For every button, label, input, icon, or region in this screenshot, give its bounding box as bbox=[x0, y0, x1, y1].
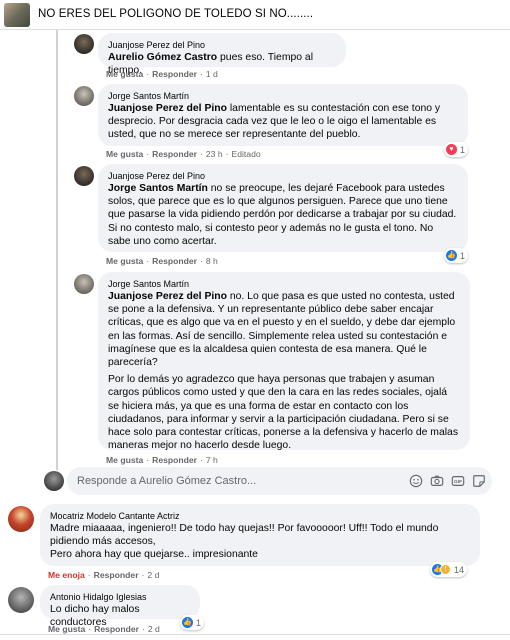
wow-icon: ! bbox=[440, 564, 451, 575]
reaction-badge[interactable]: ♥ 1 bbox=[444, 142, 469, 157]
comment-time[interactable]: 7 h bbox=[206, 455, 218, 465]
reply-button[interactable]: Responder bbox=[94, 624, 139, 634]
comment-time[interactable]: 2 d bbox=[148, 624, 160, 634]
reply-button[interactable]: Responder bbox=[152, 69, 197, 79]
comment-bubble: Jorge Santos Martín Juanjose Perez del P… bbox=[98, 272, 470, 452]
avatar[interactable] bbox=[74, 274, 94, 294]
reply-button[interactable]: Responder bbox=[94, 570, 139, 580]
mention-link[interactable]: Jorge Santos Martín bbox=[108, 183, 208, 194]
comment-bubble: Juanjose Perez del Pino Aurelio Gómez Ca… bbox=[98, 33, 346, 76]
post-thumbnail[interactable] bbox=[4, 3, 30, 27]
divider bbox=[0, 634, 510, 635]
reply-button[interactable]: Responder bbox=[152, 455, 197, 465]
comment-text: Madre miaaaaa, ingeniero!! De todo hay q… bbox=[50, 523, 439, 561]
comment-text: Juanjose Perez del Pino no. Lo que pasa … bbox=[108, 291, 459, 452]
avatar[interactable] bbox=[8, 587, 34, 613]
mention-link[interactable]: Juanjose Perez del Pino bbox=[108, 291, 227, 302]
comment-time[interactable]: 23 h bbox=[206, 149, 223, 159]
reply-box-tools: GIF bbox=[408, 473, 486, 488]
avatar[interactable] bbox=[8, 506, 34, 532]
avatar[interactable] bbox=[74, 86, 94, 106]
like-button[interactable]: Me gusta bbox=[48, 624, 85, 634]
love-icon: ♥ bbox=[446, 144, 457, 155]
like-icon: 👍 bbox=[446, 250, 457, 261]
comment-author[interactable]: Juanjose Perez del Pino bbox=[108, 170, 458, 182]
comment-time[interactable]: 8 h bbox=[206, 256, 218, 266]
mention-link[interactable]: Juanjose Perez del Pino bbox=[108, 103, 227, 114]
post-header: NO ERES DEL POLIGONO DE TOLEDO SI NO....… bbox=[0, 0, 510, 30]
comment-time[interactable]: 2 d bbox=[147, 570, 159, 580]
like-button[interactable]: Me gusta bbox=[106, 256, 143, 266]
current-user-avatar[interactable] bbox=[44, 471, 64, 491]
comment-actions: Me gusta · Responder · 1 d bbox=[106, 69, 218, 79]
sticker-icon[interactable] bbox=[471, 473, 486, 488]
comment-bubble: Mocatriz Modelo Cantante Actriz Madre mi… bbox=[40, 504, 480, 566]
comment-text: Jorge Santos Martín no se preocupe, les … bbox=[108, 183, 457, 247]
reply-input[interactable] bbox=[77, 473, 377, 489]
reaction-badge[interactable]: 👍! 14 bbox=[430, 562, 468, 577]
comment-author[interactable]: Jorge Santos Martín bbox=[108, 90, 458, 102]
like-button[interactable]: Me gusta bbox=[106, 149, 143, 159]
comment-bubble: Jorge Santos Martín Juanjose Perez del P… bbox=[98, 84, 468, 146]
svg-text:GIF: GIF bbox=[454, 479, 462, 485]
camera-icon[interactable] bbox=[429, 473, 444, 488]
comment-author[interactable]: Juanjose Perez del Pino bbox=[108, 39, 336, 51]
gif-icon[interactable]: GIF bbox=[450, 473, 465, 488]
avatar[interactable] bbox=[74, 166, 94, 186]
comment-time[interactable]: 1 d bbox=[206, 69, 218, 79]
thread-line bbox=[56, 30, 58, 470]
reaction-badge[interactable]: 👍 1 bbox=[180, 615, 205, 630]
like-button[interactable]: Me gusta bbox=[106, 455, 143, 465]
mention-link[interactable]: Aurelio Gómez Castro bbox=[108, 52, 217, 63]
like-button[interactable]: Me gusta bbox=[106, 69, 143, 79]
comment-text: Juanjose Perez del Pino lamentable es su… bbox=[108, 103, 441, 141]
comment-actions: Me gusta · Responder · 8 h bbox=[106, 256, 218, 266]
comment-actions: Me gusta · Responder · 23 h · Editado bbox=[106, 149, 261, 159]
comment-author[interactable]: Jorge Santos Martín bbox=[108, 278, 460, 290]
edited-label: Editado bbox=[231, 149, 261, 159]
reaction-badge[interactable]: 👍 1 bbox=[444, 248, 469, 263]
post-title: NO ERES DEL POLIGONO DE TOLEDO SI NO....… bbox=[38, 8, 314, 20]
reaction-button[interactable]: Me enoja bbox=[48, 570, 85, 580]
comment-bubble: Juanjose Perez del Pino Jorge Santos Mar… bbox=[98, 164, 468, 252]
comment-actions: Me enoja · Responder · 2 d bbox=[48, 570, 160, 580]
avatar[interactable] bbox=[74, 34, 94, 54]
reply-box: GIF bbox=[67, 467, 492, 495]
comment-actions: Me gusta · Responder · 7 h bbox=[106, 455, 218, 465]
emoji-icon[interactable] bbox=[408, 473, 423, 488]
comment-author[interactable]: Mocatriz Modelo Cantante Actriz bbox=[50, 510, 470, 522]
reply-button[interactable]: Responder bbox=[152, 256, 197, 266]
comment-bubble: Antonio Hidalgo Iglesias Lo dicho hay ma… bbox=[40, 585, 200, 628]
reply-button[interactable]: Responder bbox=[152, 149, 197, 159]
comment-author[interactable]: Antonio Hidalgo Iglesias bbox=[50, 591, 190, 603]
like-icon: 👍 bbox=[182, 617, 193, 628]
